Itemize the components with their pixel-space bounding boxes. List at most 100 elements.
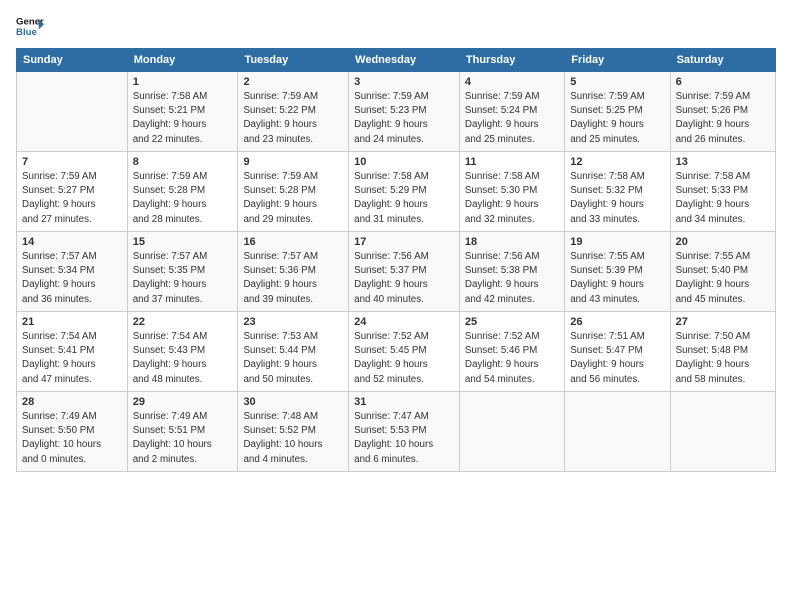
calendar-cell: 30 Sunrise: 7:48 AM Sunset: 5:52 PM Dayli… bbox=[238, 392, 349, 472]
calendar-cell: 4Sunrise: 7:59 AM Sunset: 5:24 PM Daylig… bbox=[459, 72, 564, 152]
day-number: 22 bbox=[133, 316, 233, 328]
day-number: 11 bbox=[465, 156, 559, 168]
calendar-cell: 8 Sunrise: 7:59 AM Sunset: 5:28 PM Daylig… bbox=[127, 152, 238, 232]
day-number: 4 bbox=[465, 76, 559, 88]
day-number: 21 bbox=[22, 316, 122, 328]
calendar-cell: 28Sunrise: 7:49 AM Sunset: 5:50 PM Dayli… bbox=[17, 392, 128, 472]
calendar-cell: 24Sunrise: 7:52 AM Sunset: 5:45 PM Dayli… bbox=[349, 312, 460, 392]
day-info: Sunrise: 7:54 AM Sunset: 5:41 PM Dayligh… bbox=[22, 330, 122, 387]
page-header: General Blue bbox=[16, 12, 776, 40]
day-info: Sunrise: 7:47 AM Sunset: 5:53 PM Dayligh… bbox=[354, 410, 454, 467]
calendar-header-row: SundayMondayTuesdayWednesdayThursdayFrid… bbox=[17, 49, 776, 72]
calendar-cell bbox=[565, 392, 670, 472]
calendar-cell bbox=[459, 392, 564, 472]
calendar-cell: 23Sunrise: 7:53 AM Sunset: 5:44 PM Dayli… bbox=[238, 312, 349, 392]
header-wednesday: Wednesday bbox=[349, 49, 460, 72]
header-friday: Friday bbox=[565, 49, 670, 72]
day-number: 8 bbox=[133, 156, 233, 168]
day-number: 1 bbox=[133, 76, 233, 88]
logo-icon: General Blue bbox=[16, 12, 44, 40]
day-number: 28 bbox=[22, 396, 122, 408]
day-info: Sunrise: 7:59 AM Sunset: 5:27 PM Dayligh… bbox=[22, 170, 122, 227]
day-number: 6 bbox=[676, 76, 770, 88]
week-row-4: 21 Sunrise: 7:54 AM Sunset: 5:41 PM Dayli… bbox=[17, 312, 776, 392]
header-tuesday: Tuesday bbox=[238, 49, 349, 72]
calendar-cell: 16Sunrise: 7:57 AM Sunset: 5:36 PM Dayli… bbox=[238, 232, 349, 312]
day-info: Sunrise: 7:59 AM Sunset: 5:28 PM Dayligh… bbox=[243, 170, 343, 227]
day-number: 25 bbox=[465, 316, 559, 328]
day-number: 29 bbox=[133, 396, 233, 408]
day-info: Sunrise: 7:55 AM Sunset: 5:39 PM Dayligh… bbox=[570, 250, 664, 307]
day-info: Sunrise: 7:52 AM Sunset: 5:46 PM Dayligh… bbox=[465, 330, 559, 387]
day-info: Sunrise: 7:58 AM Sunset: 5:32 PM Dayligh… bbox=[570, 170, 664, 227]
calendar-cell: 14 Sunrise: 7:57 AM Sunset: 5:34 PM Dayli… bbox=[17, 232, 128, 312]
day-info: Sunrise: 7:57 AM Sunset: 5:36 PM Dayligh… bbox=[243, 250, 343, 307]
calendar-cell: 10Sunrise: 7:58 AM Sunset: 5:29 PM Dayli… bbox=[349, 152, 460, 232]
calendar-cell bbox=[17, 72, 128, 152]
day-info: Sunrise: 7:51 AM Sunset: 5:47 PM Dayligh… bbox=[570, 330, 664, 387]
day-number: 2 bbox=[243, 76, 343, 88]
calendar-cell: 3 Sunrise: 7:59 AM Sunset: 5:23 PM Daylig… bbox=[349, 72, 460, 152]
day-number: 31 bbox=[354, 396, 454, 408]
calendar-cell: 6 Sunrise: 7:59 AM Sunset: 5:26 PM Daylig… bbox=[670, 72, 775, 152]
day-number: 26 bbox=[570, 316, 664, 328]
day-number: 30 bbox=[243, 396, 343, 408]
calendar-cell: 5 Sunrise: 7:59 AM Sunset: 5:25 PM Daylig… bbox=[565, 72, 670, 152]
day-number: 3 bbox=[354, 76, 454, 88]
calendar-cell: 26 Sunrise: 7:51 AM Sunset: 5:47 PM Dayli… bbox=[565, 312, 670, 392]
day-info: Sunrise: 7:56 AM Sunset: 5:38 PM Dayligh… bbox=[465, 250, 559, 307]
day-info: Sunrise: 7:58 AM Sunset: 5:21 PM Dayligh… bbox=[133, 90, 233, 147]
calendar-cell: 11 Sunrise: 7:58 AM Sunset: 5:30 PM Dayli… bbox=[459, 152, 564, 232]
calendar-cell: 25 Sunrise: 7:52 AM Sunset: 5:46 PM Dayli… bbox=[459, 312, 564, 392]
day-info: Sunrise: 7:57 AM Sunset: 5:35 PM Dayligh… bbox=[133, 250, 233, 307]
day-number: 10 bbox=[354, 156, 454, 168]
header-thursday: Thursday bbox=[459, 49, 564, 72]
day-number: 17 bbox=[354, 236, 454, 248]
header-sunday: Sunday bbox=[17, 49, 128, 72]
day-info: Sunrise: 7:58 AM Sunset: 5:33 PM Dayligh… bbox=[676, 170, 770, 227]
day-info: Sunrise: 7:56 AM Sunset: 5:37 PM Dayligh… bbox=[354, 250, 454, 307]
calendar-cell: 27 Sunrise: 7:50 AM Sunset: 5:48 PM Dayli… bbox=[670, 312, 775, 392]
day-number: 9 bbox=[243, 156, 343, 168]
day-number: 27 bbox=[676, 316, 770, 328]
day-number: 18 bbox=[465, 236, 559, 248]
week-row-2: 7 Sunrise: 7:59 AM Sunset: 5:27 PM Daylig… bbox=[17, 152, 776, 232]
day-number: 12 bbox=[570, 156, 664, 168]
day-info: Sunrise: 7:57 AM Sunset: 5:34 PM Dayligh… bbox=[22, 250, 122, 307]
calendar-cell: 17 Sunrise: 7:56 AM Sunset: 5:37 PM Dayli… bbox=[349, 232, 460, 312]
day-info: Sunrise: 7:59 AM Sunset: 5:23 PM Dayligh… bbox=[354, 90, 454, 147]
calendar-cell: 1 Sunrise: 7:58 AM Sunset: 5:21 PM Daylig… bbox=[127, 72, 238, 152]
day-number: 24 bbox=[354, 316, 454, 328]
calendar-cell: 15 Sunrise: 7:57 AM Sunset: 5:35 PM Dayli… bbox=[127, 232, 238, 312]
day-number: 15 bbox=[133, 236, 233, 248]
week-row-1: 1 Sunrise: 7:58 AM Sunset: 5:21 PM Daylig… bbox=[17, 72, 776, 152]
svg-text:Blue: Blue bbox=[16, 27, 37, 38]
day-number: 5 bbox=[570, 76, 664, 88]
week-row-5: 28Sunrise: 7:49 AM Sunset: 5:50 PM Dayli… bbox=[17, 392, 776, 472]
calendar-cell: 29 Sunrise: 7:49 AM Sunset: 5:51 PM Dayli… bbox=[127, 392, 238, 472]
day-info: Sunrise: 7:54 AM Sunset: 5:43 PM Dayligh… bbox=[133, 330, 233, 387]
day-info: Sunrise: 7:48 AM Sunset: 5:52 PM Dayligh… bbox=[243, 410, 343, 467]
calendar-cell: 7 Sunrise: 7:59 AM Sunset: 5:27 PM Daylig… bbox=[17, 152, 128, 232]
header-monday: Monday bbox=[127, 49, 238, 72]
day-info: Sunrise: 7:59 AM Sunset: 5:26 PM Dayligh… bbox=[676, 90, 770, 147]
calendar-table: SundayMondayTuesdayWednesdayThursdayFrid… bbox=[16, 48, 776, 472]
calendar-cell: 22 Sunrise: 7:54 AM Sunset: 5:43 PM Dayli… bbox=[127, 312, 238, 392]
day-info: Sunrise: 7:49 AM Sunset: 5:51 PM Dayligh… bbox=[133, 410, 233, 467]
calendar-cell: 31 Sunrise: 7:47 AM Sunset: 5:53 PM Dayli… bbox=[349, 392, 460, 472]
day-number: 13 bbox=[676, 156, 770, 168]
day-number: 23 bbox=[243, 316, 343, 328]
day-number: 7 bbox=[22, 156, 122, 168]
day-number: 19 bbox=[570, 236, 664, 248]
calendar-cell: 12 Sunrise: 7:58 AM Sunset: 5:32 PM Dayli… bbox=[565, 152, 670, 232]
day-number: 20 bbox=[676, 236, 770, 248]
day-info: Sunrise: 7:59 AM Sunset: 5:25 PM Dayligh… bbox=[570, 90, 664, 147]
calendar-cell: 20Sunrise: 7:55 AM Sunset: 5:40 PM Dayli… bbox=[670, 232, 775, 312]
day-info: Sunrise: 7:59 AM Sunset: 5:22 PM Dayligh… bbox=[243, 90, 343, 147]
day-info: Sunrise: 7:50 AM Sunset: 5:48 PM Dayligh… bbox=[676, 330, 770, 387]
day-info: Sunrise: 7:58 AM Sunset: 5:30 PM Dayligh… bbox=[465, 170, 559, 227]
day-info: Sunrise: 7:59 AM Sunset: 5:28 PM Dayligh… bbox=[133, 170, 233, 227]
header-saturday: Saturday bbox=[670, 49, 775, 72]
calendar-cell: 21 Sunrise: 7:54 AM Sunset: 5:41 PM Dayli… bbox=[17, 312, 128, 392]
day-number: 14 bbox=[22, 236, 122, 248]
